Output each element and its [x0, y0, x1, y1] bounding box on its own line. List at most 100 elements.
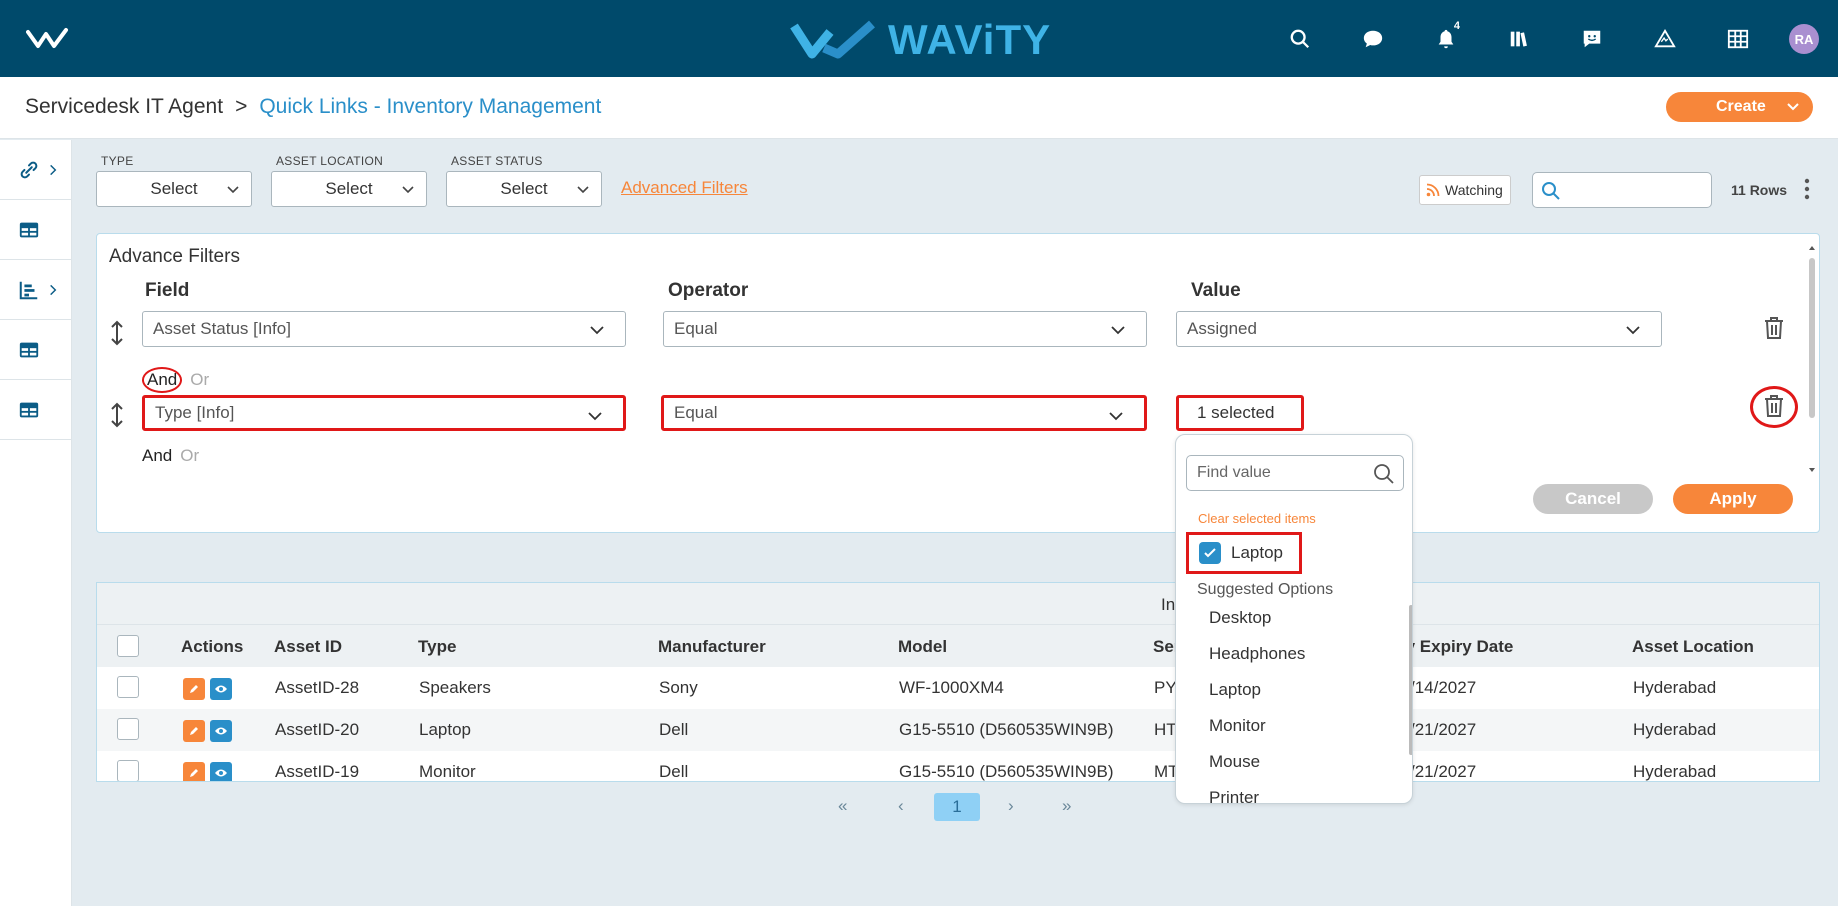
- operator-column-header: Operator: [668, 280, 749, 301]
- table-row[interactable]: AssetID-20 Laptop Dell G15-5510 (D560535…: [97, 709, 1819, 751]
- and-option[interactable]: And: [142, 446, 172, 465]
- find-value-input[interactable]: Find value: [1186, 455, 1404, 491]
- row-checkbox[interactable]: [117, 718, 139, 740]
- next-page-button[interactable]: ›: [1008, 796, 1014, 816]
- chevron-right-icon: [50, 164, 57, 175]
- advanced-filters-link[interactable]: Advanced Filters: [621, 178, 748, 198]
- first-page-button[interactable]: «: [838, 796, 847, 816]
- apps-grid-icon[interactable]: [1718, 24, 1758, 54]
- filter-value-value: 1 selected: [1197, 403, 1275, 422]
- last-page-button[interactable]: »: [1062, 796, 1071, 816]
- and-or-toggle: And Or: [142, 446, 199, 466]
- scroll-up-icon[interactable]: [1808, 244, 1816, 252]
- home-logo-icon[interactable]: [26, 26, 76, 52]
- wavity-logo-icon: [790, 20, 875, 59]
- table-search-input[interactable]: [1532, 172, 1712, 208]
- search-icon: [1374, 464, 1394, 484]
- view-icon[interactable]: [210, 720, 232, 742]
- filter-value-multiselect[interactable]: 1 selected: [1176, 395, 1304, 431]
- rail-item-table-1[interactable]: [0, 200, 71, 260]
- column-header[interactable]: Asset Location: [1632, 637, 1754, 657]
- avatar[interactable]: RA: [1789, 24, 1819, 54]
- rail-item-links[interactable]: [0, 140, 71, 200]
- dropdown-scrollbar[interactable]: [1409, 605, 1412, 755]
- table-row[interactable]: AssetID-28 Speakers Sony WF-1000XM4 PY /…: [97, 667, 1819, 709]
- search-icon[interactable]: [1280, 24, 1320, 54]
- filter-field-value: Type [Info]: [155, 403, 235, 422]
- rail-item-reports[interactable]: [0, 260, 71, 320]
- or-option[interactable]: Or: [180, 446, 199, 465]
- asset-id-cell[interactable]: AssetID-28: [275, 678, 359, 698]
- column-header[interactable]: Asset ID: [274, 637, 342, 657]
- select-all-checkbox[interactable]: [117, 635, 139, 657]
- view-icon[interactable]: [210, 762, 232, 781]
- checkbox-checked-icon[interactable]: [1199, 542, 1221, 564]
- rail-item-table-3[interactable]: [0, 380, 71, 440]
- link-icon: [20, 161, 38, 178]
- asset-id-cell[interactable]: AssetID-20: [275, 720, 359, 740]
- chat-icon[interactable]: [1353, 24, 1393, 54]
- dropdown-option[interactable]: Printer: [1209, 788, 1259, 803]
- current-page[interactable]: 1: [934, 793, 980, 821]
- edit-icon[interactable]: [183, 720, 205, 742]
- clear-selected-link[interactable]: Clear selected items: [1198, 511, 1316, 526]
- column-header[interactable]: Model: [898, 637, 947, 657]
- status-filter-select[interactable]: Select: [446, 171, 602, 207]
- create-button[interactable]: Create: [1666, 92, 1813, 122]
- chevron-down-icon[interactable]: [1785, 98, 1801, 114]
- drag-handle-icon[interactable]: [109, 320, 125, 346]
- table-row[interactable]: AssetID-19 Monitor Dell G15-5510 (D56053…: [97, 751, 1819, 781]
- brand-logo: WAViTY: [790, 16, 1051, 64]
- row-checkbox[interactable]: [117, 760, 139, 781]
- apply-button[interactable]: Apply: [1673, 484, 1793, 514]
- edit-icon[interactable]: [183, 678, 205, 700]
- notification-bell-icon[interactable]: 4: [1426, 20, 1466, 54]
- more-options-icon[interactable]: [1802, 178, 1812, 200]
- filter-operator-select[interactable]: Equal: [663, 311, 1147, 347]
- breadcrumb-parent[interactable]: Servicedesk IT Agent: [25, 95, 223, 119]
- filter-operator-select[interactable]: Equal: [661, 395, 1147, 431]
- or-option[interactable]: Or: [190, 370, 209, 389]
- dropdown-option[interactable]: Laptop: [1209, 680, 1261, 700]
- location-cell: Hyderabad: [1633, 720, 1717, 739]
- and-option[interactable]: And: [142, 367, 183, 393]
- model-cell: G15-5510 (D560535WIN9B): [899, 720, 1114, 739]
- column-header[interactable]: Type: [418, 637, 456, 657]
- row-checkbox[interactable]: [117, 676, 139, 698]
- dropdown-option[interactable]: Headphones: [1209, 644, 1305, 664]
- watching-button[interactable]: Watching: [1419, 175, 1511, 205]
- delete-filter-icon[interactable]: [1763, 394, 1785, 418]
- prev-page-button[interactable]: ‹: [898, 796, 904, 816]
- filter-value-select[interactable]: Assigned: [1176, 311, 1662, 347]
- create-button-label: Create: [1716, 98, 1766, 115]
- type-cell: Monitor: [419, 762, 476, 781]
- panel-scrollbar[interactable]: [1808, 244, 1816, 522]
- table-icon: [19, 402, 39, 417]
- filter-operator-value: Equal: [674, 403, 718, 422]
- manufacturer-cell: Sony: [659, 678, 698, 697]
- feedback-icon[interactable]: [1572, 24, 1612, 54]
- breadcrumb-separator: >: [235, 95, 248, 118]
- dropdown-option[interactable]: Mouse: [1209, 752, 1260, 772]
- dropdown-option[interactable]: Monitor: [1209, 716, 1266, 736]
- column-header[interactable]: Manufacturer: [658, 637, 766, 657]
- warning-triangle-icon[interactable]: [1645, 24, 1685, 54]
- selected-item[interactable]: Laptop: [1186, 532, 1302, 574]
- cancel-button[interactable]: Cancel: [1533, 484, 1653, 514]
- filter-field-select[interactable]: Type [Info]: [142, 395, 626, 431]
- asset-id-cell[interactable]: AssetID-19: [275, 762, 359, 781]
- filter-field-select[interactable]: Asset Status [Info]: [142, 311, 626, 347]
- manufacturer-cell: Dell: [659, 762, 689, 781]
- dropdown-option[interactable]: Desktop: [1209, 608, 1271, 628]
- location-filter-select[interactable]: Select: [271, 171, 427, 207]
- delete-filter-icon[interactable]: [1763, 316, 1785, 340]
- view-icon[interactable]: [210, 678, 232, 700]
- rail-item-table-2[interactable]: [0, 320, 71, 380]
- type-filter-select[interactable]: Select: [96, 171, 252, 207]
- edit-icon[interactable]: [183, 762, 205, 781]
- drag-handle-icon[interactable]: [109, 402, 125, 428]
- column-header[interactable]: Actions: [181, 637, 243, 657]
- scroll-down-icon[interactable]: [1808, 466, 1816, 474]
- library-icon[interactable]: [1499, 24, 1539, 54]
- warranty-cell: /21/2027: [1410, 720, 1477, 739]
